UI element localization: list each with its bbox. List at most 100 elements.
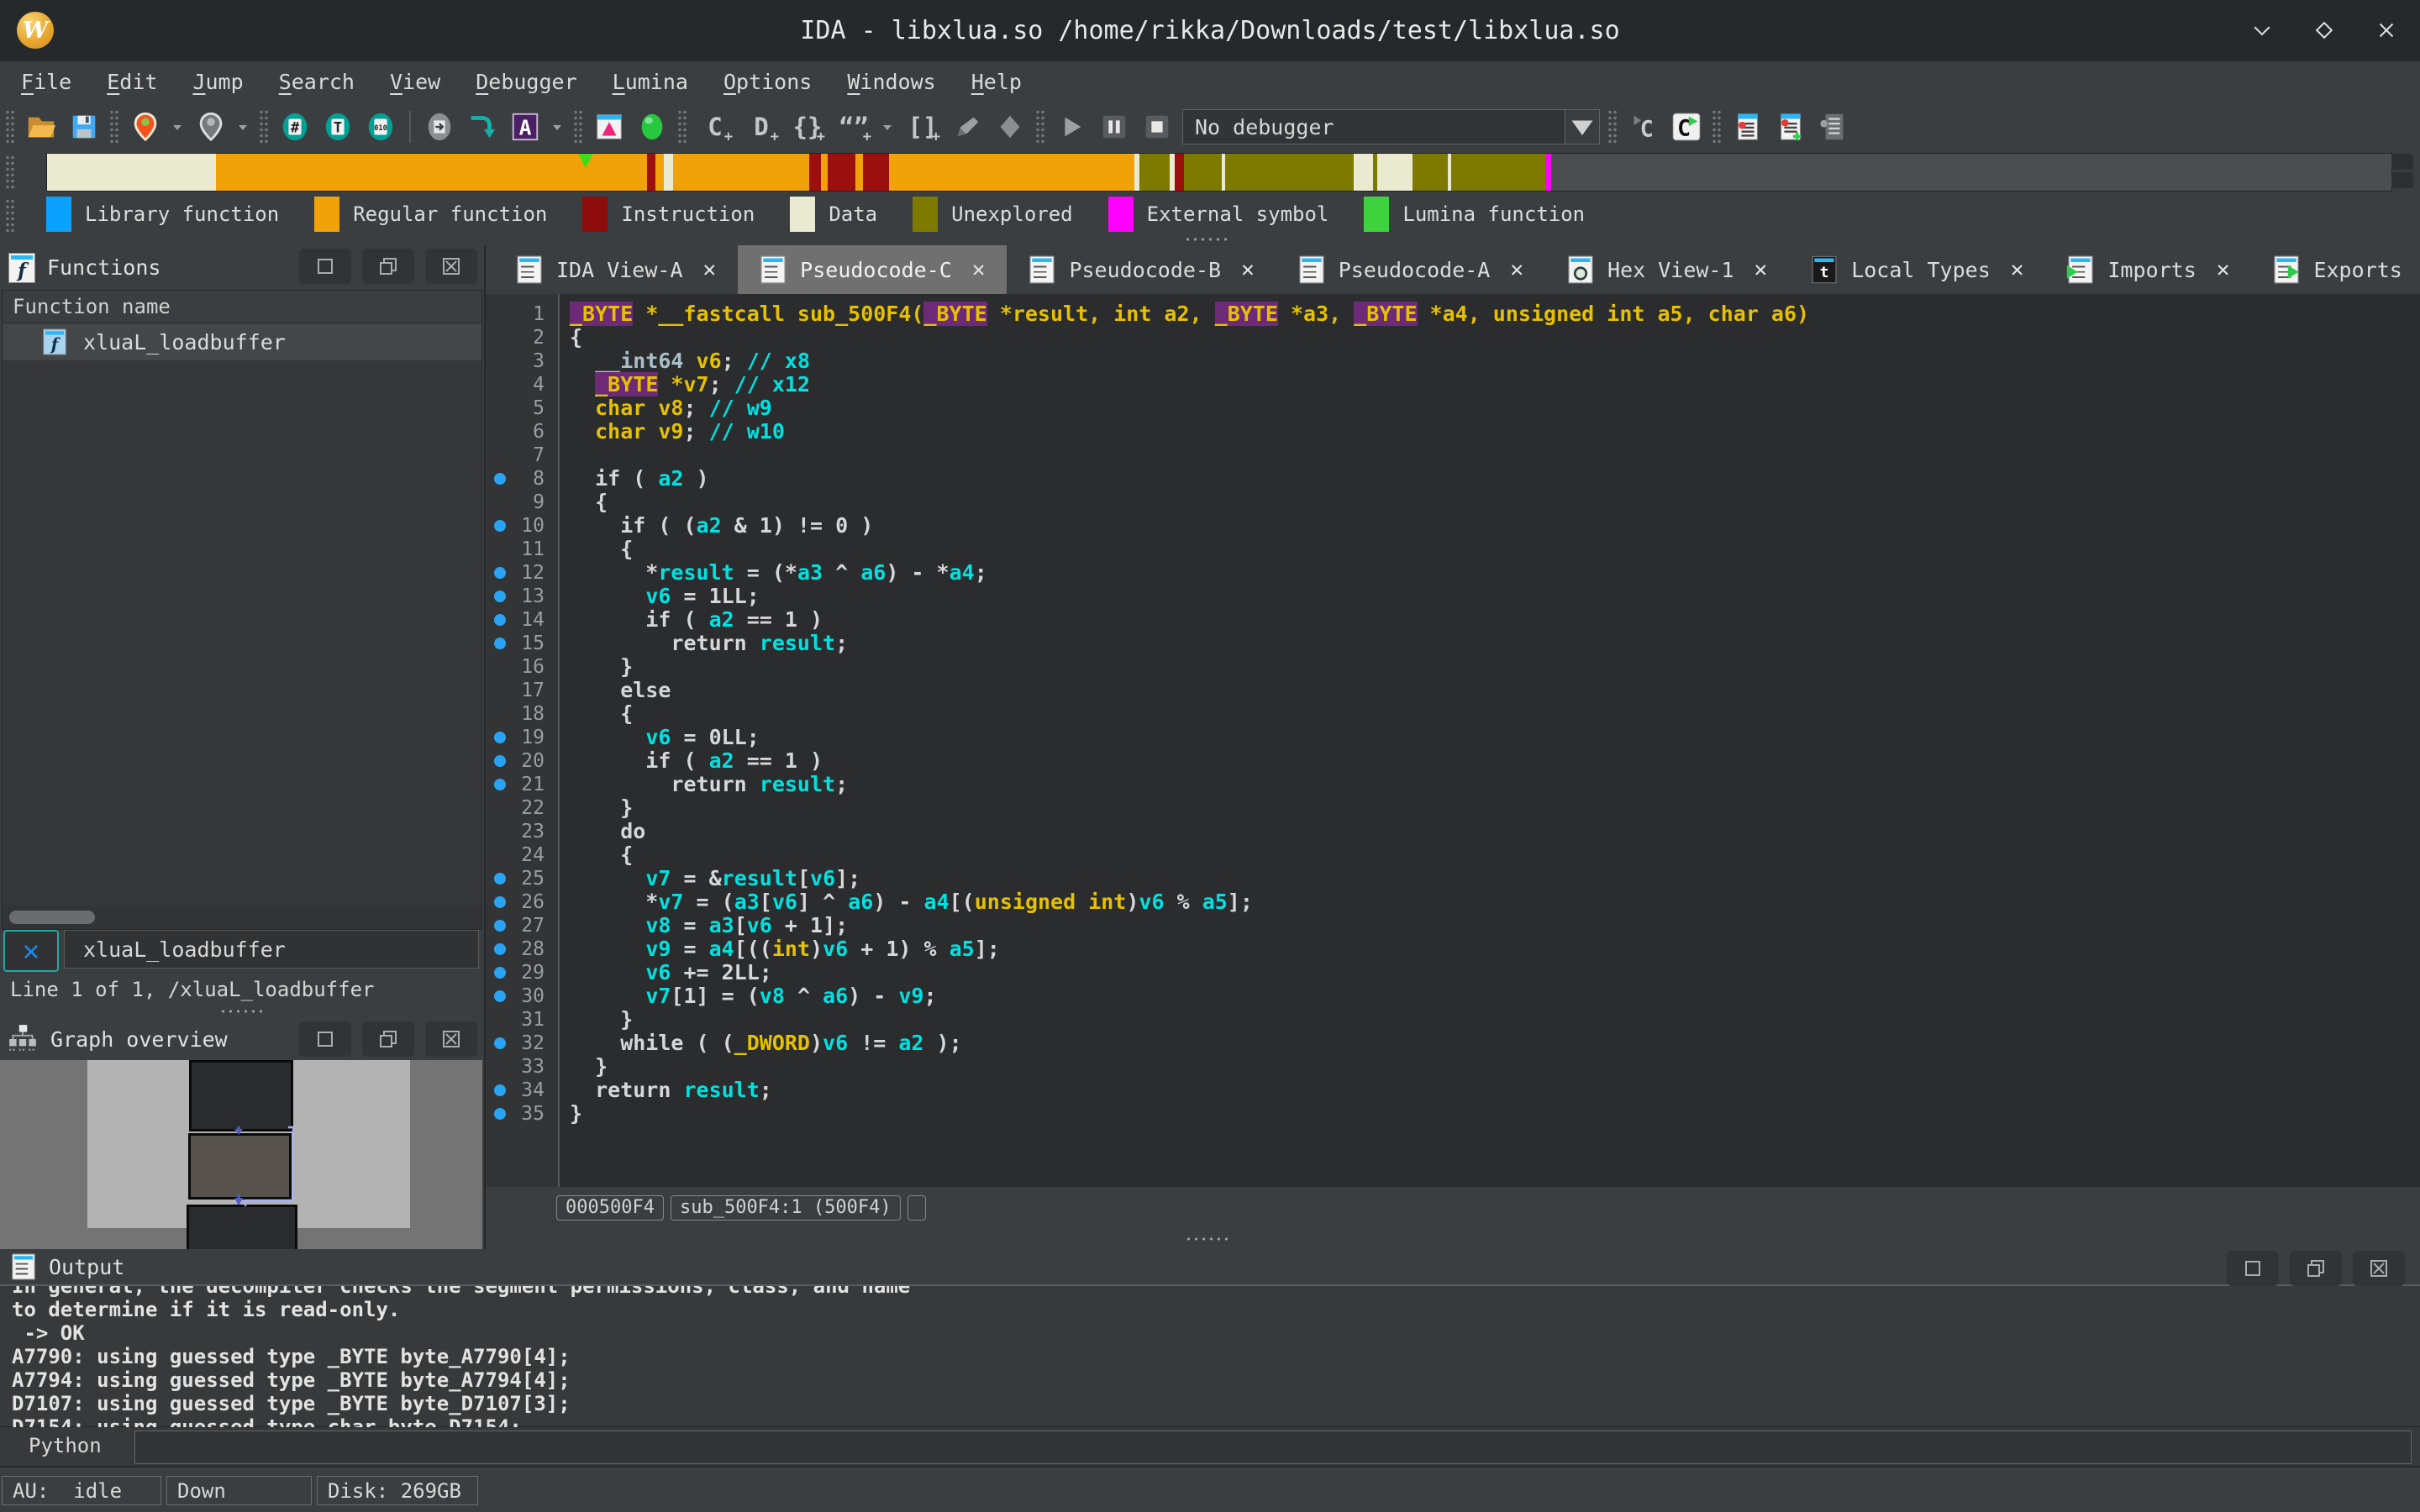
tab-hex-view-1[interactable]: Hex View-1✕ bbox=[1545, 245, 1789, 294]
code-line[interactable]: 15 return result; bbox=[486, 632, 2420, 655]
toolbar-debugger-combo-icon[interactable]: No debugger bbox=[1182, 109, 1600, 144]
nav-band-segment[interactable] bbox=[1545, 154, 1551, 191]
graph-node[interactable] bbox=[189, 1060, 293, 1131]
graph-node-current[interactable] bbox=[188, 1133, 292, 1200]
toolbar-green-oval-icon[interactable] bbox=[634, 108, 670, 145]
tab-close-icon[interactable]: ✕ bbox=[1754, 257, 1768, 282]
toolbar-caret-icon[interactable] bbox=[881, 108, 896, 145]
nav-band-segment[interactable] bbox=[1175, 154, 1184, 191]
toolbar-list-red-icon[interactable] bbox=[1730, 108, 1765, 145]
code-line[interactable]: 13 v6 = 1LL; bbox=[486, 585, 2420, 608]
nav-band-segment[interactable] bbox=[1377, 154, 1413, 191]
tab-pseudocode-b[interactable]: Pseudocode-B✕ bbox=[1007, 245, 1276, 294]
code-line[interactable]: 14 if ( a2 == 1 ) bbox=[486, 608, 2420, 632]
debugger-select[interactable]: No debugger bbox=[1182, 109, 1565, 144]
code-line[interactable]: 16 } bbox=[486, 655, 2420, 679]
nav-band-segment[interactable] bbox=[1184, 154, 1222, 191]
toolbar-quote-plus-icon[interactable]: “”+ bbox=[834, 108, 873, 145]
code-line[interactable]: 8 if ( a2 ) bbox=[486, 467, 2420, 491]
menu-jump[interactable]: Jump bbox=[175, 61, 260, 102]
navigation-band[interactable] bbox=[46, 153, 2392, 192]
nav-band-segment[interactable] bbox=[828, 154, 855, 191]
toolbar-enter-oval-icon[interactable] bbox=[422, 108, 457, 145]
nav-band-segment[interactable] bbox=[1139, 154, 1170, 191]
maximize-panel-button[interactable] bbox=[2227, 1251, 2279, 1286]
code-line[interactable]: 11 { bbox=[486, 538, 2420, 561]
nav-band-segment[interactable] bbox=[664, 154, 673, 191]
float-panel-button[interactable] bbox=[362, 249, 414, 284]
toolbar-jump-pin-gray-icon[interactable] bbox=[193, 108, 229, 145]
code-line[interactable]: 26 *v7 = (a3[v6] ^ a6) - a4[(unsigned in… bbox=[486, 890, 2420, 914]
debugger-select-caret-icon[interactable] bbox=[1565, 109, 1600, 144]
toolbar-list-gray-icon[interactable] bbox=[1816, 108, 1851, 145]
code-line[interactable]: 7 bbox=[486, 444, 2420, 467]
nav-band-segment[interactable] bbox=[821, 154, 828, 191]
toolbar-flag-box-icon[interactable] bbox=[592, 108, 627, 145]
code-line[interactable]: 2{ bbox=[486, 326, 2420, 349]
tab-ida-view-a[interactable]: IDA View-A✕ bbox=[494, 245, 738, 294]
maximize-panel-button[interactable] bbox=[299, 249, 351, 284]
menu-options[interactable]: Options bbox=[706, 61, 829, 102]
menu-edit[interactable]: Edit bbox=[89, 61, 175, 102]
nav-band-segment[interactable] bbox=[889, 154, 1135, 191]
graph-overview-preview[interactable] bbox=[0, 1060, 482, 1249]
toolbar-list-red-plus-icon[interactable] bbox=[1773, 108, 1808, 145]
tab-imports[interactable]: Imports✕ bbox=[2045, 245, 2251, 294]
code-line[interactable]: 25 v7 = &result[v6]; bbox=[486, 867, 2420, 890]
splitter-handle[interactable] bbox=[219, 1008, 263, 1015]
tab-close-icon[interactable]: ✕ bbox=[2011, 257, 2024, 282]
drag-handle-icon[interactable] bbox=[5, 198, 16, 234]
code-line[interactable]: 18 { bbox=[486, 702, 2420, 726]
toolbar-save-icon[interactable] bbox=[66, 108, 102, 145]
tab-local-types[interactable]: tLocal Types✕ bbox=[1789, 245, 2045, 294]
code-line[interactable]: 3 __int64 v6; // x8 bbox=[486, 349, 2420, 373]
nav-band-segment[interactable] bbox=[1451, 154, 1545, 191]
tab-exports[interactable]: Exports✕ bbox=[2251, 245, 2420, 294]
toolbar-pencil-icon[interactable] bbox=[950, 108, 985, 145]
tab-close-icon[interactable]: ✕ bbox=[2217, 257, 2230, 282]
code-line[interactable]: 4 _BYTE *v7; // x12 bbox=[486, 373, 2420, 396]
menu-file[interactable]: File bbox=[3, 61, 89, 102]
function-row[interactable]: f xluaL_loadbuffer bbox=[3, 323, 481, 360]
code-line[interactable]: 31 } bbox=[486, 1008, 2420, 1032]
code-line[interactable]: 34 return result; bbox=[486, 1079, 2420, 1102]
nav-band-segment[interactable] bbox=[1354, 154, 1372, 191]
float-panel-button[interactable] bbox=[2290, 1251, 2342, 1286]
toolbar-bracket-plus-icon[interactable]: []+ bbox=[903, 108, 942, 145]
code-line[interactable]: 32 while ( (_DWORD)v6 != a2 ); bbox=[486, 1032, 2420, 1055]
code-line[interactable]: 19 v6 = 0LL; bbox=[486, 726, 2420, 749]
menu-debugger[interactable]: Debugger bbox=[458, 61, 594, 102]
code-line[interactable]: 27 v8 = a3[v6 + 1]; bbox=[486, 914, 2420, 937]
clear-filter-button[interactable]: ✕ bbox=[3, 930, 59, 972]
close-icon[interactable] bbox=[2370, 13, 2403, 47]
nav-band-segment[interactable] bbox=[673, 154, 809, 191]
code-line[interactable]: 5 char v8; // w9 bbox=[486, 396, 2420, 420]
tab-close-icon[interactable]: ✕ bbox=[1510, 257, 1523, 282]
menu-search[interactable]: Search bbox=[261, 61, 372, 102]
toolbar-diamond-icon[interactable] bbox=[992, 108, 1028, 145]
tab-close-icon[interactable]: ✕ bbox=[703, 257, 717, 282]
tab-pseudocode-c[interactable]: Pseudocode-C✕ bbox=[738, 245, 1007, 294]
tab-close-icon[interactable]: ✕ bbox=[972, 257, 986, 282]
toolbar-oval-binary-icon[interactable]: 010 bbox=[363, 108, 398, 145]
nav-band-segment[interactable] bbox=[809, 154, 821, 191]
nav-band-segment[interactable] bbox=[655, 154, 664, 191]
toolbar-caret-icon[interactable] bbox=[171, 108, 186, 145]
scrollbar-thumb[interactable] bbox=[9, 911, 95, 924]
nav-band-segment[interactable] bbox=[647, 154, 655, 191]
code-line[interactable]: 29 v6 += 2LL; bbox=[486, 961, 2420, 984]
close-panel-button[interactable] bbox=[2353, 1251, 2405, 1286]
menu-windows[interactable]: Windows bbox=[829, 61, 953, 102]
output-log[interactable]: In general, the decompiler checks the se… bbox=[0, 1286, 2420, 1427]
menu-lumina[interactable]: Lumina bbox=[595, 61, 706, 102]
horizontal-scrollbar[interactable] bbox=[3, 906, 481, 929]
toolbar-play-icon[interactable] bbox=[1054, 108, 1089, 145]
float-panel-button[interactable] bbox=[362, 1021, 414, 1057]
minimize-icon[interactable] bbox=[2245, 13, 2279, 47]
code-line[interactable]: 1_BYTE *__fastcall sub_500F4(_BYTE *resu… bbox=[486, 302, 2420, 326]
code-line[interactable]: 21 return result; bbox=[486, 773, 2420, 796]
toolbar-c-plus-icon[interactable]: C+ bbox=[696, 108, 734, 145]
menu-view[interactable]: View bbox=[372, 61, 458, 102]
toolbar-d-plus-icon[interactable]: D+ bbox=[742, 108, 781, 145]
toolbar-jump-pin-icon[interactable] bbox=[128, 108, 163, 145]
